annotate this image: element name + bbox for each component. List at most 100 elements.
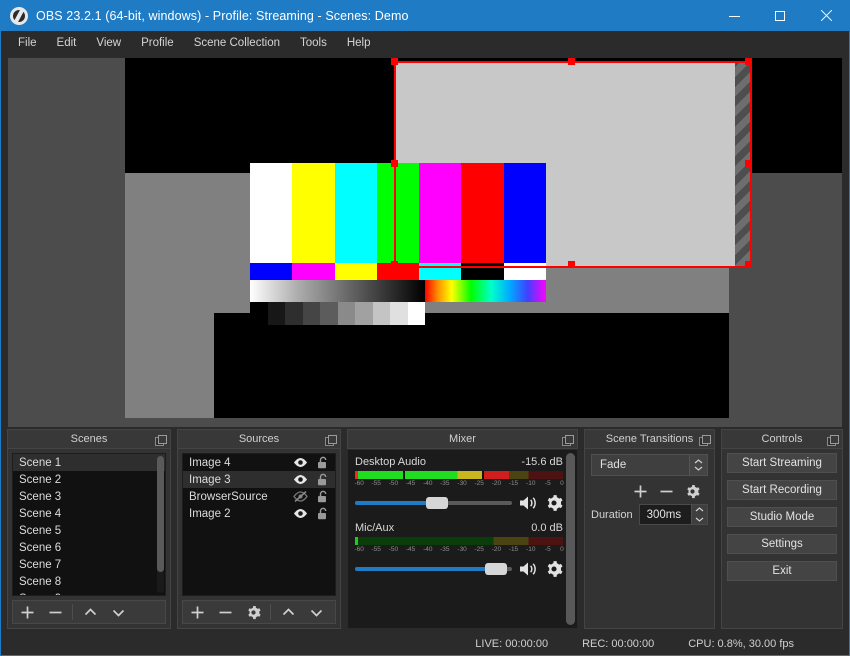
unlock-icon[interactable]: [317, 456, 329, 469]
eye-slash-icon[interactable]: [293, 491, 308, 502]
scene-list-item[interactable]: Scene 1: [13, 454, 165, 471]
duration-spinner[interactable]: [691, 505, 707, 524]
float-dock-icon[interactable]: [562, 435, 574, 446]
remove-transition-button[interactable]: [656, 482, 676, 500]
mixer-title-label: Mixer: [449, 433, 476, 445]
meter-tick: -25: [474, 546, 484, 553]
maximize-button[interactable]: [757, 1, 803, 31]
scene-label: Scene 4: [19, 507, 62, 520]
preview-canvas[interactable]: [8, 58, 842, 427]
float-dock-icon[interactable]: [155, 435, 167, 446]
start-streaming-button[interactable]: Start Streaming: [727, 453, 837, 473]
menu-item-help[interactable]: Help: [337, 34, 381, 52]
menu-item-view[interactable]: View: [86, 34, 131, 52]
scenes-list[interactable]: Scene 1 Scene 2 Scene 3 Scene 4 Scene 5: [12, 453, 166, 596]
menu-item-profile[interactable]: Profile: [131, 34, 184, 52]
resize-handle-bottom-right[interactable]: [745, 261, 752, 268]
slider-knob[interactable]: [485, 563, 508, 575]
meter-tick: 0: [560, 546, 564, 553]
source-selection-box[interactable]: [391, 58, 752, 268]
audio-meter-ticks: -60 -55 -50 -45 -40 -35 -30 -25 -20 -15 …: [354, 480, 563, 489]
move-source-down-button[interactable]: [302, 601, 330, 623]
gear-icon[interactable]: [545, 494, 563, 512]
scenes-toolbar: [12, 600, 166, 624]
scene-list-item[interactable]: Scene 9: [13, 590, 165, 596]
speaker-icon[interactable]: [519, 495, 538, 511]
move-scene-up-button[interactable]: [76, 601, 104, 623]
source-list-item[interactable]: BrowserSource: [183, 488, 335, 505]
scene-list-item[interactable]: Scene 4: [13, 505, 165, 522]
scenes-scrollbar-thumb[interactable]: [157, 456, 164, 573]
scene-list-item[interactable]: Scene 5: [13, 522, 165, 539]
source-properties-button[interactable]: [239, 601, 267, 623]
float-dock-icon[interactable]: [325, 435, 337, 446]
resize-handle-middle-right[interactable]: [745, 159, 752, 167]
remove-source-button[interactable]: [211, 601, 239, 623]
studio-mode-button[interactable]: Studio Mode: [727, 507, 837, 527]
eye-icon[interactable]: [293, 474, 308, 485]
move-source-up-button[interactable]: [274, 601, 302, 623]
audio-meter-peak-hold: [481, 471, 484, 479]
scene-list-item[interactable]: Scene 7: [13, 556, 165, 573]
mixer-channel-name: Mic/Aux: [355, 522, 395, 534]
eye-icon[interactable]: [293, 457, 308, 468]
mixer-scrollbar-thumb[interactable]: [566, 453, 575, 625]
menu-item-edit[interactable]: Edit: [47, 34, 87, 52]
add-source-button[interactable]: [183, 601, 211, 623]
scene-label: Scene 5: [19, 524, 62, 537]
scenes-scrollbar[interactable]: [157, 456, 164, 593]
duration-input[interactable]: 300ms: [638, 504, 708, 525]
volume-slider[interactable]: [355, 562, 512, 576]
gear-icon[interactable]: [545, 560, 563, 578]
float-dock-icon[interactable]: [699, 435, 711, 446]
volume-slider[interactable]: [355, 496, 512, 510]
resize-handle-top-left[interactable]: [391, 58, 398, 65]
start-recording-button[interactable]: Start Recording: [727, 480, 837, 500]
source-list-item[interactable]: Image 2: [183, 505, 335, 522]
mixer-channel-level: 0.0 dB: [531, 522, 563, 534]
unlock-icon[interactable]: [317, 490, 329, 503]
controls-dock-title: Controls: [721, 429, 843, 449]
source-list-item[interactable]: Image 3: [183, 471, 335, 488]
resize-handle-bottom-center[interactable]: [568, 261, 575, 268]
settings-button[interactable]: Settings: [727, 534, 837, 554]
float-dock-icon[interactable]: [827, 435, 839, 446]
eye-icon[interactable]: [293, 508, 308, 519]
resize-handle-bottom-left[interactable]: [391, 261, 398, 268]
transition-properties-button[interactable]: [682, 482, 702, 500]
resize-handle-middle-left[interactable]: [391, 159, 398, 167]
resize-handle-top-center[interactable]: [568, 58, 575, 65]
resize-handle-top-right[interactable]: [745, 58, 752, 65]
duration-decrement-button[interactable]: [692, 515, 707, 525]
meter-tick: -60: [354, 546, 364, 553]
source-list-item[interactable]: Image 4: [183, 454, 335, 471]
add-transition-button[interactable]: [630, 482, 650, 500]
scene-list-item[interactable]: Scene 6: [13, 539, 165, 556]
transitions-title-label: Scene Transitions: [605, 433, 694, 445]
close-button[interactable]: [803, 1, 849, 31]
duration-increment-button[interactable]: [692, 505, 707, 515]
mixer-scrollbar[interactable]: [566, 453, 575, 625]
transition-select[interactable]: Fade: [591, 454, 708, 476]
meter-tick: -30: [457, 546, 467, 553]
unlock-icon[interactable]: [317, 473, 329, 486]
menu-item-scene-collection[interactable]: Scene Collection: [184, 34, 290, 52]
exit-button[interactable]: Exit: [727, 561, 837, 581]
menu-item-tools[interactable]: Tools: [290, 34, 337, 52]
slider-knob[interactable]: [425, 497, 448, 509]
sources-list[interactable]: Image 4 Image 3 BrowserSource Image 2: [182, 453, 336, 596]
menu-item-file[interactable]: File: [8, 34, 47, 52]
remove-scene-button[interactable]: [41, 601, 69, 623]
unlock-icon[interactable]: [317, 507, 329, 520]
add-scene-button[interactable]: [13, 601, 41, 623]
scene-list-item[interactable]: Scene 3: [13, 488, 165, 505]
controls-title-label: Controls: [761, 433, 803, 445]
mixer-slider-row: [355, 560, 563, 578]
scene-list-item[interactable]: Scene 2: [13, 471, 165, 488]
scene-list-item[interactable]: Scene 8: [13, 573, 165, 590]
minimize-button[interactable]: [711, 1, 757, 31]
move-scene-down-button[interactable]: [104, 601, 132, 623]
menu-bar: File Edit View Profile Scene Collection …: [1, 31, 849, 54]
speaker-icon[interactable]: [519, 561, 538, 577]
chevron-updown-icon[interactable]: [689, 455, 707, 475]
